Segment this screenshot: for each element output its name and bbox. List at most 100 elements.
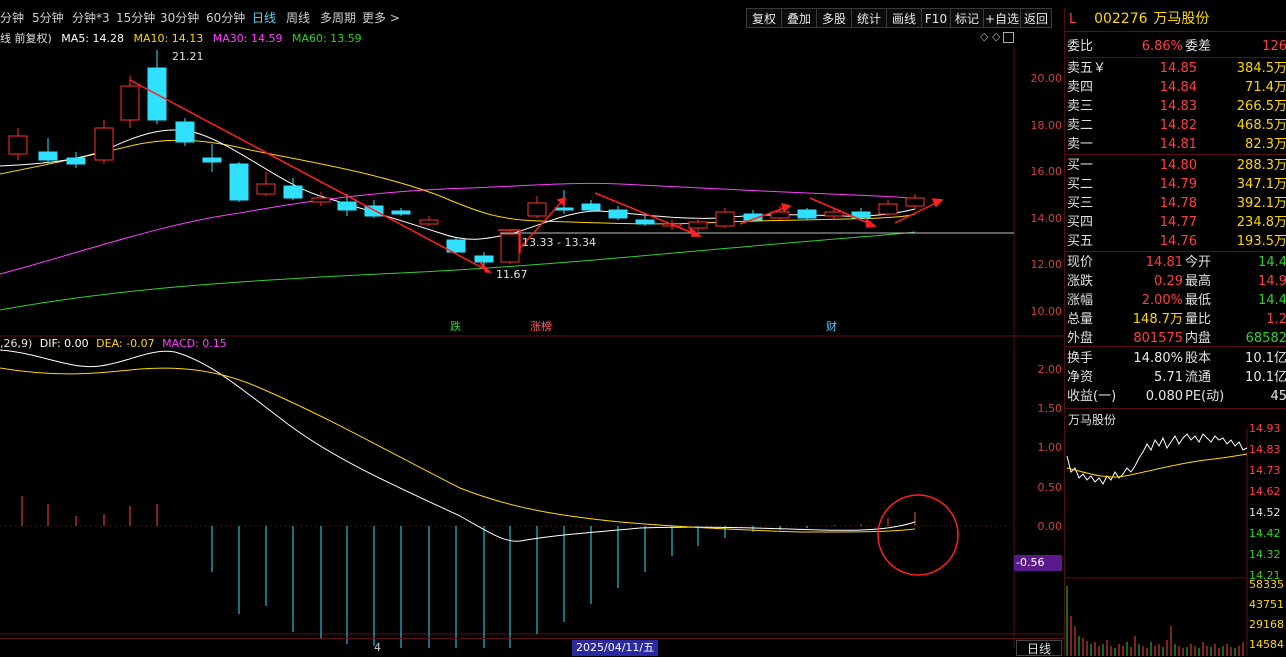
sell-row[interactable]: 卖二 14.82 468.5万 xyxy=(1067,116,1286,135)
stat-value: 14.9 xyxy=(1258,274,1286,289)
period-tab-6[interactable]: 日线 xyxy=(252,8,276,28)
tool-button-2[interactable]: 多股 xyxy=(816,8,852,28)
stat-row: 收益(一) 0.080 PE(动) 45 xyxy=(1067,387,1286,406)
buy-row[interactable]: 买三 14.78 392.1万 xyxy=(1067,194,1286,213)
tool-button-8[interactable]: 返回 xyxy=(1020,8,1052,28)
sell-row[interactable]: 卖三 14.83 266.5万 xyxy=(1067,97,1286,116)
candle-body xyxy=(824,211,844,217)
macd-value: MACD: 0.15 xyxy=(162,337,227,350)
macd-histogram xyxy=(21,496,916,648)
buy-row[interactable]: 买五 14.76 193.5万 xyxy=(1067,232,1286,251)
price-axis-tick: 20.00 xyxy=(1030,72,1063,85)
tool-button-3[interactable]: 统计 xyxy=(851,8,887,28)
price-axis-tick: 16.00 xyxy=(1030,165,1063,178)
chart-options-icon[interactable]: ◇ ◇ xyxy=(980,30,1000,43)
event-mark-limit[interactable]: 涨榜 xyxy=(530,319,552,333)
tool-button-5[interactable]: F10 xyxy=(921,8,951,28)
stat-row: 换手 14.80% 股本 10.1亿 xyxy=(1067,349,1286,368)
buy-row[interactable]: 买四 14.77 234.8万 xyxy=(1067,213,1286,232)
chart-tool-toolbar: 复权 叠加 多股 统计 画线 F10 标记 +自选 返回 xyxy=(746,8,1064,30)
period-tab-2[interactable]: 分钟*3 xyxy=(72,8,110,28)
stat-value: 148.7万 xyxy=(1132,312,1183,327)
period-tab-8[interactable]: 多周期 xyxy=(320,8,356,28)
candle-body xyxy=(229,163,249,201)
candle-body xyxy=(554,207,574,211)
dea-value: DEA: -0.07 xyxy=(96,337,155,350)
period-tab-1[interactable]: 5分钟 xyxy=(32,8,64,28)
buy-price: 14.80 xyxy=(1159,158,1197,173)
period-switch-button[interactable]: 日线 xyxy=(1016,640,1062,656)
stat-label: 量比 xyxy=(1185,312,1212,327)
date-bar: 4 2025/04/11/五 日线 xyxy=(0,638,1064,657)
wei-bi-label: 委比 xyxy=(1067,39,1094,54)
event-mark-finance[interactable]: 财 xyxy=(826,319,837,333)
range-label: 13.33 - 13.34 xyxy=(522,236,596,249)
candle-body xyxy=(797,209,817,219)
stat-row: 总量 148.7万 量比 1.2 xyxy=(1067,310,1286,329)
candle-body xyxy=(202,157,222,163)
sell-volume: 468.5万 xyxy=(1236,118,1286,133)
wei-bi-value: 6.86% xyxy=(1141,39,1183,54)
buy-row[interactable]: 买一 14.80 288.3万 xyxy=(1067,156,1286,175)
tool-button-0[interactable]: 复权 xyxy=(746,8,782,28)
dif-value: DIF: 0.00 xyxy=(39,337,89,350)
period-tab-3[interactable]: 15分钟 xyxy=(116,8,155,28)
price-axis-tick: 14.00 xyxy=(1030,212,1063,225)
sell-row[interactable]: 卖五￥ 14.85 384.5万 xyxy=(1067,59,1286,78)
buy-volume: 234.8万 xyxy=(1236,215,1286,230)
highlight-circle xyxy=(877,494,959,576)
intraday-avg-line xyxy=(1066,453,1248,478)
sell-price: 14.85 xyxy=(1159,61,1197,76)
sell-volume: 82.3万 xyxy=(1245,137,1286,152)
candle-body xyxy=(8,135,28,155)
candle-body xyxy=(337,201,357,211)
stat-value: 0.29 xyxy=(1154,274,1183,289)
candle-body xyxy=(770,211,790,219)
buy-label: 买五 xyxy=(1067,234,1094,249)
macd-axis-tick: 0.50 xyxy=(1037,481,1063,494)
candle-body xyxy=(391,210,411,215)
period-tab-4[interactable]: 30分钟 xyxy=(160,8,199,28)
candle-body xyxy=(527,202,547,217)
buy-volume: 288.3万 xyxy=(1236,158,1286,173)
sell-row[interactable]: 卖一 14.81 82.3万 xyxy=(1067,135,1286,154)
stat-value: 0.080 xyxy=(1145,389,1183,404)
stat-value: 10.1亿 xyxy=(1245,370,1286,385)
wei-cha-value: 126 xyxy=(1262,39,1286,54)
mini-axis-tick: 14.73 xyxy=(1249,464,1281,477)
candle-body xyxy=(905,197,925,207)
stat-row: 现价 14.81 今开 14.4 xyxy=(1067,253,1286,272)
tool-button-4[interactable]: 画线 xyxy=(886,8,922,28)
period-tab-7[interactable]: 周线 xyxy=(286,8,310,28)
stat-value: 5.71 xyxy=(1154,370,1183,385)
buy-volume: 193.5万 xyxy=(1236,234,1286,249)
macd-axis-tick: 1.00 xyxy=(1037,441,1063,454)
period-tab-0[interactable]: 分钟 xyxy=(0,8,24,28)
tool-button-1[interactable]: 叠加 xyxy=(781,8,817,28)
candle-body xyxy=(500,233,520,263)
event-mark-down[interactable]: 跌 xyxy=(450,319,461,333)
ma30-value: MA30: 14.59 xyxy=(212,32,283,45)
candle-body xyxy=(635,219,655,225)
macd-axis-tick: 0.00 xyxy=(1037,520,1063,533)
buy-row[interactable]: 买二 14.79 347.1万 xyxy=(1067,175,1286,194)
buy-price: 14.76 xyxy=(1159,234,1197,249)
wei-cha-label: 委差 xyxy=(1185,39,1212,54)
tool-button-7[interactable]: +自选 xyxy=(983,8,1021,28)
sell-row[interactable]: 卖四 14.84 71.4万 xyxy=(1067,78,1286,97)
quote-panel: L 002276 万马股份 委比 6.86% 委差 126 卖五￥ 14.85 38… xyxy=(1064,8,1286,656)
candle-body xyxy=(38,151,58,161)
candle-body xyxy=(94,127,114,161)
ma60-value: MA60: 13.59 xyxy=(291,32,362,45)
tool-button-6[interactable]: 标记 xyxy=(950,8,984,28)
stat-value: 2.00% xyxy=(1141,293,1183,308)
buy-label: 买二 xyxy=(1067,177,1094,192)
sell-volume: 384.5万 xyxy=(1236,61,1286,76)
price-axis-tick: 10.00 xyxy=(1030,305,1063,318)
collapse-button[interactable] xyxy=(1003,32,1014,43)
sell-volume: 71.4万 xyxy=(1245,80,1286,95)
candle-body xyxy=(66,157,86,165)
stock-header: L 002276 万马股份 xyxy=(1065,8,1286,30)
period-tab-5[interactable]: 60分钟 xyxy=(206,8,245,28)
period-tab-9[interactable]: 更多 > xyxy=(362,8,400,28)
